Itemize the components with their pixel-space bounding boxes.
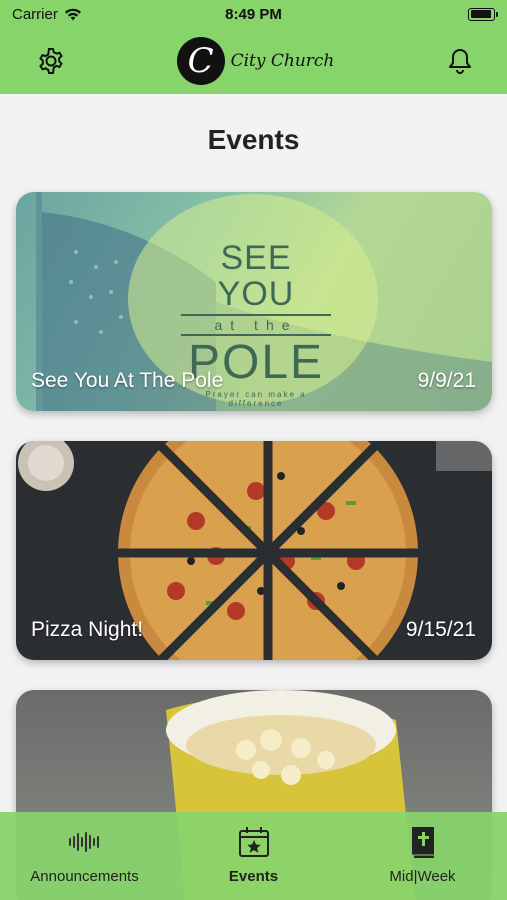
tab-label: Announcements <box>30 868 139 885</box>
battery-icon <box>468 7 498 21</box>
tab-announcements[interactable]: Announcements <box>5 824 165 885</box>
event-date: 9/15/21 <box>405 618 476 641</box>
bible-icon <box>405 824 441 860</box>
logo-text: City Church <box>230 51 335 71</box>
tab-label: Mid|Week <box>389 868 456 885</box>
event-title: See You At The Pole <box>31 369 224 392</box>
pole-art-see-you: SEE YOU <box>217 239 295 313</box>
audio-wave-icon <box>67 824 103 860</box>
status-bar: Carrier 8:49 PM <box>0 0 507 28</box>
tab-events[interactable]: Events <box>174 824 334 885</box>
tab-label: Events <box>228 868 279 885</box>
church-logo: C City Church <box>176 37 335 85</box>
logo-mark: C <box>176 37 225 85</box>
gear-icon <box>39 48 63 74</box>
notifications-button[interactable] <box>443 44 477 78</box>
nav-bar: C City Church <box>0 28 507 94</box>
event-date: 9/9/21 <box>417 369 476 392</box>
event-card[interactable]: SEE YOU at the POLE Prayer can make a di… <box>16 192 492 411</box>
settings-button[interactable] <box>34 44 68 78</box>
wifi-icon <box>64 8 81 20</box>
battery-level <box>470 10 492 18</box>
bell-icon <box>448 49 471 74</box>
carrier-label: Carrier <box>12 5 58 23</box>
tab-bar: Announcements Events Mid|Week <box>0 812 507 900</box>
calendar-star-icon <box>236 824 272 860</box>
status-left: Carrier <box>12 6 82 23</box>
tab-midweek[interactable]: Mid|Week <box>343 824 503 885</box>
event-title: Pizza Night! <box>31 618 144 641</box>
pole-art-at-the: at the <box>181 314 331 336</box>
page-title: Events <box>207 124 300 155</box>
event-card[interactable]: Pizza Night! 9/15/21 <box>16 441 492 660</box>
